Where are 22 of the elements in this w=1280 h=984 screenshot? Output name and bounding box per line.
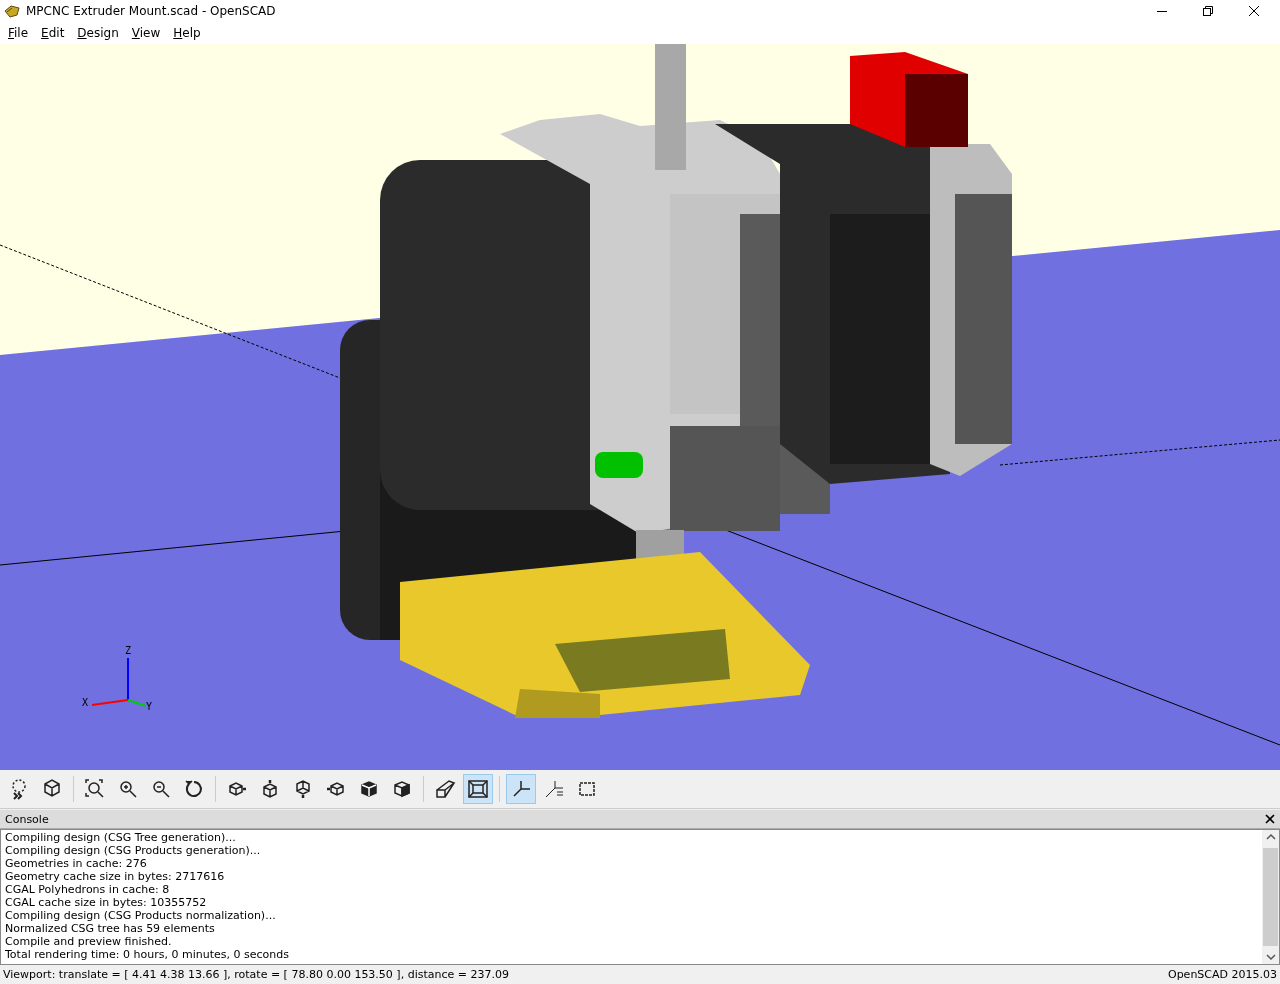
- menu-item[interactable]: File: [2, 26, 36, 40]
- console-line: CGAL Polyhedrons in cache: 8: [5, 883, 171, 896]
- axis-label: X: [82, 697, 89, 708]
- window-title: MPCNC Extruder Mount.scad - OpenSCAD: [26, 4, 277, 18]
- console-line: Compiling design (CSG Tree generation)...: [5, 831, 237, 844]
- console-line: Compile and preview finished.: [5, 935, 173, 948]
- menu-item[interactable]: View: [125, 26, 168, 40]
- menu-item[interactable]: Help: [167, 26, 208, 40]
- menu-item[interactable]: Design: [71, 26, 126, 40]
- menu-item[interactable]: Edit: [35, 26, 72, 40]
- console-line: Normalized CSG tree has 59 elements: [5, 922, 216, 935]
- console-line: Geometries in cache: 276: [5, 857, 148, 870]
- console-line: Compiling design (CSG Products normalization)...: [5, 909, 277, 922]
- console-line: CGAL cache size in bytes: 10355752: [5, 896, 208, 909]
- console-title: Console: [5, 812, 49, 826]
- console-line: Compiling design (CSG Products generation)...: [5, 844, 262, 857]
- axis-label: Z: [125, 645, 132, 656]
- console-line: Geometry cache size in bytes: 2717616: [5, 870, 226, 883]
- viewport-status: Viewport: translate = [ 4.41 4.38 13.66 ], rotate = [ 78.80 0.00 153.50 ], distance = 237.09: [3, 968, 509, 981]
- console-line: Total rendering time: 0 hours, 0 minutes, 0 seconds: [5, 948, 290, 961]
- version-label: OpenSCAD 2015.03: [1167, 968, 1277, 981]
- axis-label: Y: [146, 701, 153, 712]
